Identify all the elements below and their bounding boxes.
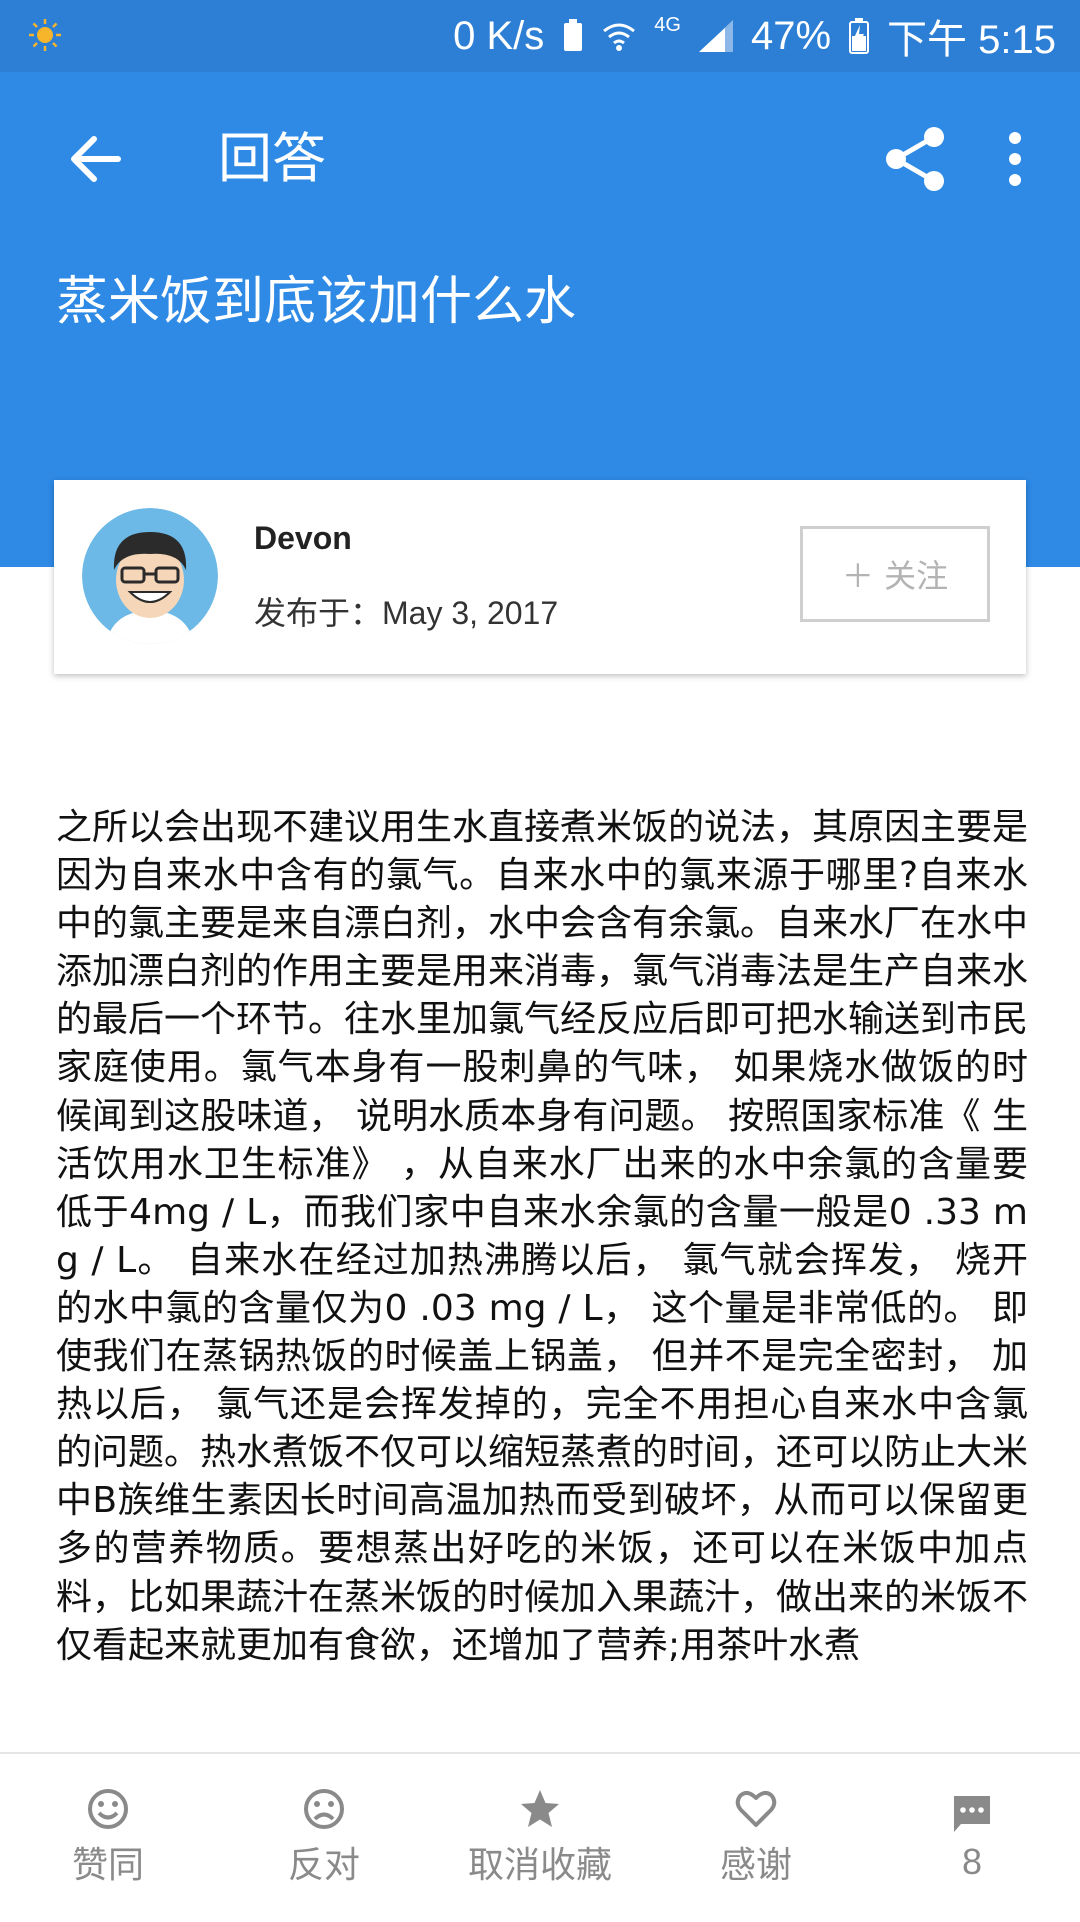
agree-label: 赞同 [71, 1845, 144, 1886]
share-icon [886, 127, 944, 191]
clock: 下午 5:15 [887, 18, 1056, 62]
comment-icon [954, 1796, 990, 1832]
sad-face-icon [304, 1789, 344, 1829]
wifi-icon [602, 21, 636, 51]
question-title: 蒸米饭到底该加什么水 [56, 272, 577, 332]
arrow-left-icon [71, 136, 121, 182]
author-name[interactable]: Devon [254, 520, 352, 557]
network-type: 4G [654, 14, 681, 36]
heart-icon [735, 1791, 777, 1827]
avatar-illustration [82, 508, 218, 644]
battery-charging-icon [849, 18, 870, 54]
weather-sun-icon [29, 19, 61, 51]
smile-icon [88, 1789, 128, 1829]
status-bar: 0 K/s 4G 47% 下午 5:15 [0, 0, 1080, 72]
publish-date-prefix: 发布于： [254, 594, 383, 632]
oppose-label: 反对 [287, 1845, 360, 1886]
battery-saver-icon [562, 19, 584, 53]
answer-body: 之所以会出现不建议用生水直接煮米饭的说法，其原因主要是因为自来水中含有的氯气。自… [56, 807, 1029, 1666]
signal-icon [698, 20, 733, 52]
more-vertical-icon [1009, 132, 1021, 186]
star-icon [521, 1790, 559, 1827]
publish-date-value: May 3, 2017 [382, 595, 559, 631]
unfavorite-label: 取消收藏 [467, 1845, 612, 1886]
follow-button[interactable]: ＋ 关注 [800, 526, 990, 622]
more-options-button[interactable] [995, 120, 1035, 198]
comment-count: 8 [961, 1841, 983, 1882]
bottom-action-bar: 赞同 反对 取消收藏 感谢 8 [0, 1752, 1080, 1922]
thanks-label: 感谢 [719, 1845, 792, 1886]
author-card: Devon 发布于：May 3, 2017 ＋ 关注 [54, 480, 1026, 674]
publish-date: 发布于：May 3, 2017 [254, 588, 558, 634]
page-title: 回答 [218, 127, 326, 190]
oppose-button[interactable]: 反对 [219, 1788, 429, 1888]
share-button[interactable] [880, 120, 950, 198]
back-button[interactable] [60, 124, 130, 194]
unfavorite-button[interactable]: 取消收藏 [435, 1788, 645, 1888]
agree-button[interactable]: 赞同 [3, 1788, 213, 1888]
avatar[interactable] [82, 508, 218, 644]
comments-button[interactable]: 8 [867, 1793, 1077, 1883]
battery-level: 47% [750, 13, 832, 58]
network-speed: 0 K/s [453, 13, 545, 58]
thanks-button[interactable]: 感谢 [651, 1788, 861, 1888]
